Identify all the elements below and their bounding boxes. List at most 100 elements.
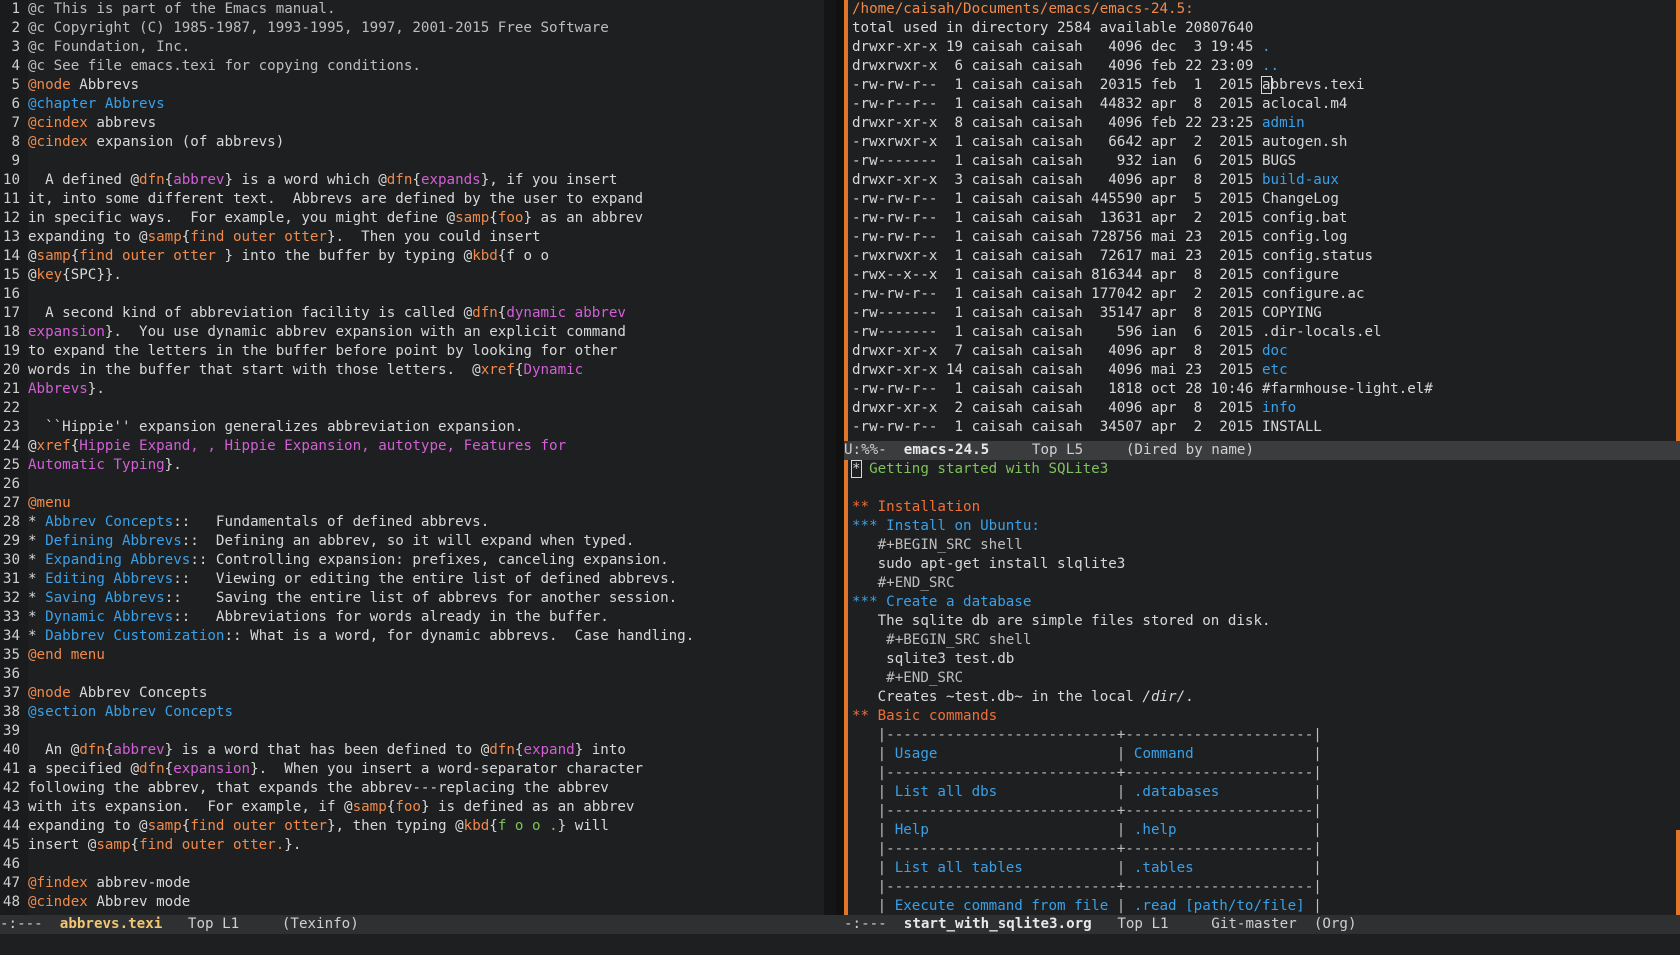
code-line[interactable]: 36	[0, 665, 694, 684]
dired-entry[interactable]: drwxrwxr-x 6 caisah caisah 4096 feb 22 2…	[852, 57, 1433, 76]
dired-mode-line[interactable]: U:%%- emacs-24.5 Top L5 (Dired by name)	[844, 441, 1680, 460]
dired-entry[interactable]: drwxr-xr-x 19 caisah caisah 4096 dec 3 1…	[852, 38, 1433, 57]
code-line[interactable]: 13 expanding to @samp{find outer otter}. …	[0, 228, 694, 247]
org-window[interactable]: * Getting started with SQLite3 ** Install…	[844, 460, 1680, 915]
file-name[interactable]: admin	[1262, 115, 1305, 131]
file-name[interactable]: info	[1262, 400, 1296, 416]
code-line[interactable]: 15 @key{SPC}}.	[0, 266, 694, 285]
dired-entry[interactable]: -rw-r--r-- 1 caisah caisah 44832 apr 8 2…	[852, 95, 1433, 114]
mode-line-major-mode[interactable]: (Dired by name)	[1126, 442, 1254, 458]
org-line[interactable]: ** Installation	[852, 498, 1322, 517]
org-line[interactable]: sqlite3 test.db	[852, 650, 1322, 669]
file-name[interactable]: #farmhouse-light.el#	[1262, 381, 1433, 397]
code-line[interactable]: 14 @samp{find outer otter } into the buff…	[0, 247, 694, 266]
code-line[interactable]: 16	[0, 285, 694, 304]
mode-line-buffer-name[interactable]: emacs-24.5	[904, 442, 989, 458]
code-line[interactable]: 20 words in the buffer that start with th…	[0, 361, 694, 380]
code-line[interactable]: 7 @cindex abbrevs	[0, 114, 694, 133]
dired-window[interactable]: /home/caisah/Documents/emacs/emacs-24.5:…	[844, 0, 1680, 441]
file-name[interactable]: build-aux	[1262, 172, 1339, 188]
code-line[interactable]: 21 Abbrevs}.	[0, 380, 694, 399]
org-line[interactable]: ** Basic commands	[852, 707, 1322, 726]
org-line[interactable]: #+BEGIN_SRC shell	[852, 536, 1322, 555]
dired-entry[interactable]: -rw-rw-r-- 1 caisah caisah 20315 feb 1 2…	[852, 76, 1433, 95]
file-name[interactable]: ChangeLog	[1262, 191, 1339, 207]
code-line[interactable]: 2 @c Copyright (C) 1985-1987, 1993-1995, …	[0, 19, 694, 38]
left-mode-line[interactable]: -:--- abbrevs.texi Top L1 (Texinfo)	[0, 915, 844, 934]
code-line[interactable]: 3 @c Foundation, Inc.	[0, 38, 694, 57]
file-name[interactable]: configure	[1262, 267, 1339, 283]
file-name[interactable]: aclocal.m4	[1262, 96, 1347, 112]
file-name[interactable]: ..	[1262, 58, 1279, 74]
code-line[interactable]: 27 @menu	[0, 494, 694, 513]
file-name[interactable]: BUGS	[1262, 153, 1296, 169]
file-name[interactable]: config.bat	[1262, 210, 1347, 226]
code-line[interactable]: 23 ``Hippie'' expansion generalizes abbr…	[0, 418, 694, 437]
code-line[interactable]: 31 * Editing Abbrevs:: Viewing or editing…	[0, 570, 694, 589]
org-line[interactable]: *** Install on Ubuntu:	[852, 517, 1322, 536]
mode-line-major-mode[interactable]: (Org)	[1314, 916, 1357, 932]
file-name[interactable]: configure.ac	[1262, 286, 1365, 302]
file-name[interactable]: etc	[1262, 362, 1288, 378]
code-line[interactable]: 29 * Defining Abbrevs:: Defining an abbre…	[0, 532, 694, 551]
code-line[interactable]: 33 * Dynamic Abbrevs:: Abbreviations for …	[0, 608, 694, 627]
dired-entry[interactable]: drwxr-xr-x 7 caisah caisah 4096 apr 8 20…	[852, 342, 1433, 361]
left-scrollbar[interactable]	[836, 0, 844, 915]
code-line[interactable]: 9	[0, 152, 694, 171]
dired-entry[interactable]: -rw-rw-r-- 1 caisah caisah 728756 mai 23…	[852, 228, 1433, 247]
dired-entry[interactable]: -rw-rw-r-- 1 caisah caisah 1818 oct 28 1…	[852, 380, 1433, 399]
dired-entry[interactable]: -rw-rw-r-- 1 caisah caisah 34507 apr 2 2…	[852, 418, 1433, 437]
dired-entry[interactable]: -rwxrwxr-x 1 caisah caisah 72617 mai 23 …	[852, 247, 1433, 266]
code-line[interactable]: 17 A second kind of abbreviation facilit…	[0, 304, 694, 323]
dired-entry[interactable]: -rw------- 1 caisah caisah 596 ian 6 201…	[852, 323, 1433, 342]
dired-scroll-indicator[interactable]	[1676, 0, 1680, 441]
code-line[interactable]: 28 * Abbrev Concepts:: Fundamentals of de…	[0, 513, 694, 532]
org-mode-line[interactable]: -:--- start_with_sqlite3.org Top L1 Git-…	[844, 915, 1680, 934]
org-line[interactable]: #+END_SRC	[852, 669, 1322, 688]
org-line[interactable]: * Getting started with SQLite3	[851, 460, 1322, 479]
org-line[interactable]	[852, 479, 1322, 498]
dired-entry[interactable]: -rwxrwxr-x 1 caisah caisah 6642 apr 2 20…	[852, 133, 1433, 152]
dired-entry[interactable]: drwxr-xr-x 3 caisah caisah 4096 apr 8 20…	[852, 171, 1433, 190]
org-line[interactable]: |---------------------------+-----------…	[852, 764, 1322, 783]
code-line[interactable]: 44 expanding to @samp {find outer otter}, …	[0, 817, 694, 836]
dired-entry[interactable]: drwxr-xr-x 8 caisah caisah 4096 feb 22 2…	[852, 114, 1433, 133]
org-line[interactable]: sudo apt-get install slqlite3	[852, 555, 1322, 574]
org-line[interactable]: |---------------------------+-----------…	[852, 802, 1322, 821]
org-line[interactable]: |---------------------------+-----------…	[852, 878, 1322, 897]
code-line[interactable]: 39	[0, 722, 694, 741]
code-line[interactable]: 5 @node Abbrevs	[0, 76, 694, 95]
dired-entry[interactable]: -rw------- 1 caisah caisah 932 ian 6 201…	[852, 152, 1433, 171]
code-line[interactable]: 42 following the abbrev, that expands the…	[0, 779, 694, 798]
dired-entry[interactable]: -rw-rw-r-- 1 caisah caisah 445590 apr 5 …	[852, 190, 1433, 209]
dired-entry[interactable]: drwxr-xr-x 14 caisah caisah 4096 mai 23 …	[852, 361, 1433, 380]
org-line[interactable]: Creates ~test.db~ in the local /dir/.	[852, 688, 1322, 707]
left-editor-window[interactable]: 1 @c This is part of the Emacs manual. 2 @c…	[0, 0, 824, 915]
code-line[interactable]: 35 @end menu	[0, 646, 694, 665]
code-line[interactable]: 32 * Saving Abbrevs:: Saving the entire l…	[0, 589, 694, 608]
code-line[interactable]: 48 @cindex Abbrev mode	[0, 893, 694, 912]
file-name[interactable]: doc	[1262, 343, 1288, 359]
org-line[interactable]: #+BEGIN_SRC shell	[852, 631, 1322, 650]
code-line[interactable]: 10 A defined @dfn{abbrev} is a word whic…	[0, 171, 694, 190]
file-name[interactable]: autogen.sh	[1262, 134, 1347, 150]
code-line[interactable]: 45 insert @samp{find outer otter.}.	[0, 836, 694, 855]
code-line[interactable]: 11 it, into some different text. Abbrevs …	[0, 190, 694, 209]
code-line[interactable]: 46	[0, 855, 694, 874]
org-line[interactable]: #+END_SRC	[852, 574, 1322, 593]
file-name[interactable]: COPYING	[1262, 305, 1322, 321]
org-line[interactable]: | List all dbs | .databases |	[852, 783, 1322, 802]
org-line[interactable]: | Usage | Command |	[852, 745, 1322, 764]
code-line[interactable]: 37 @node Abbrev Concepts	[0, 684, 694, 703]
code-line[interactable]: 43 with its expansion. For example, if @s…	[0, 798, 694, 817]
code-line[interactable]: 41 a specified @dfn{expansion}. When you …	[0, 760, 694, 779]
code-line[interactable]: 8 @cindex expansion (of abbrevs)	[0, 133, 694, 152]
file-name[interactable]: INSTALL	[1262, 419, 1322, 435]
org-line[interactable]: The sqlite db are simple files stored on…	[852, 612, 1322, 631]
code-line[interactable]: 19 to expand the letters in the buffer be…	[0, 342, 694, 361]
file-name[interactable]: config.status	[1262, 248, 1373, 264]
code-line[interactable]: 26	[0, 475, 694, 494]
mode-line-buffer-name[interactable]: start_with_sqlite3.org	[904, 916, 1092, 932]
dired-entry[interactable]: -rw-rw-r-- 1 caisah caisah 13631 apr 2 2…	[852, 209, 1433, 228]
code-line[interactable]: 40 An @dfn{abbrev} is a word that has be…	[0, 741, 694, 760]
